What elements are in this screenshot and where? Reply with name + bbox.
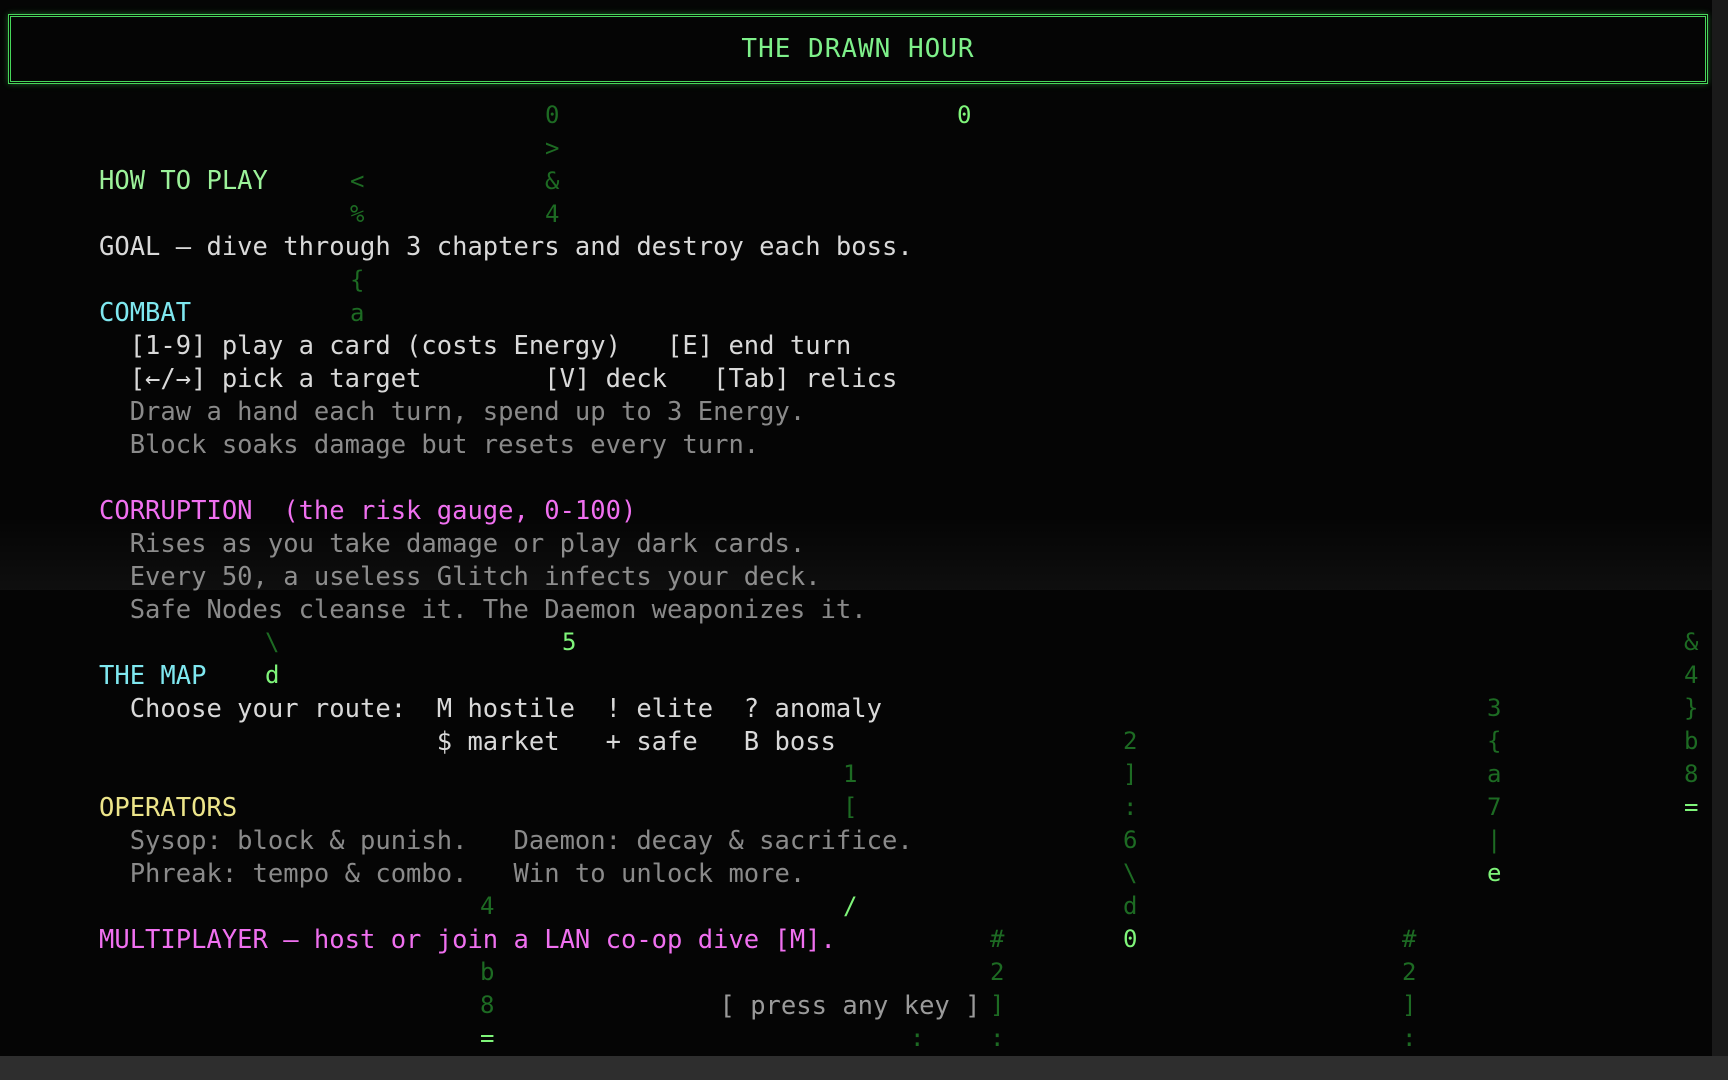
rain-glyph: & [545, 167, 560, 195]
map-legend-line: $ market + safe B boss [99, 727, 836, 757]
rain-glyph: # [990, 925, 1005, 953]
rain-glyph: { [1487, 727, 1502, 755]
rain-glyph: \ [265, 628, 280, 656]
rain-glyph: 7 [1487, 793, 1502, 821]
combat-controls-line: [←/→] pick a target [V] deck [Tab] relic… [99, 364, 898, 394]
combat-controls-line: [1-9] play a card (costs Energy) [E] end… [99, 331, 852, 361]
rain-glyph: 4 [480, 892, 495, 920]
window-bottom-edge [0, 1056, 1728, 1080]
rain-glyph: 2 [1123, 727, 1138, 755]
rain-glyph: # [1402, 925, 1417, 953]
goal-text: GOAL — dive through 3 chapters and destr… [99, 232, 913, 262]
rain-glyph: | [1487, 826, 1502, 854]
rain-glyph: 2 [1402, 958, 1417, 986]
rain-glyph: b [1684, 727, 1699, 755]
rain-glyph: a [1487, 760, 1502, 788]
rain-glyph: 1 [843, 760, 858, 788]
corruption-heading: CORRUPTION (the risk gauge, 0-100) [99, 496, 637, 526]
combat-info-line: Draw a hand each turn, spend up to 3 Ene… [99, 397, 806, 427]
rain-glyph: \ [1123, 859, 1138, 887]
rain-glyph: < [350, 167, 365, 195]
rain-glyph: > [545, 134, 560, 162]
rain-glyph: b [480, 958, 495, 986]
rain-glyph: 0 [545, 101, 560, 129]
map-legend-line: Choose your route: M hostile ! elite ? a… [99, 694, 882, 724]
rain-glyph: / [843, 892, 858, 920]
combat-heading: COMBAT [99, 298, 192, 328]
press-any-key-prompt[interactable]: [ press any key ] [0, 990, 1700, 1023]
rain-glyph: 8 [1684, 760, 1699, 788]
rain-glyph: [ [843, 793, 858, 821]
title-banner: THE DRAWN HOUR [8, 14, 1708, 84]
game-screen[interactable]: THE DRAWN HOUR 0 > & 4 < % { a 0 5 \ d 1… [0, 0, 1728, 1080]
rain-glyph: : [910, 1024, 925, 1052]
rain-glyph: : [1123, 793, 1138, 821]
how-to-play-heading: HOW TO PLAY [99, 166, 268, 196]
rain-glyph: ] [1123, 760, 1138, 788]
rain-glyph: & [1684, 628, 1699, 656]
rain-glyph: 5 [562, 628, 577, 656]
rain-glyph: a [350, 299, 365, 327]
rain-glyph: 2 [990, 958, 1005, 986]
operators-info-line: Phreak: tempo & combo. Win to unlock mor… [99, 859, 806, 889]
corruption-info-line: Every 50, a useless Glitch infects your … [99, 562, 821, 592]
game-title: THE DRAWN HOUR [741, 34, 975, 64]
operators-heading: OPERATORS [99, 793, 238, 823]
rain-glyph: = [480, 1024, 495, 1052]
combat-info-line: Block soaks damage but resets every turn… [99, 430, 760, 460]
rain-glyph: 3 [1487, 694, 1502, 722]
rain-glyph: d [265, 661, 280, 689]
rain-glyph: d [1123, 892, 1138, 920]
rain-glyph: : [1402, 1024, 1417, 1052]
rain-glyph: 4 [1684, 661, 1699, 689]
rain-glyph: 6 [1123, 826, 1138, 854]
rain-glyph: e [1487, 859, 1502, 887]
rain-glyph: } [1684, 694, 1699, 722]
map-heading: THE MAP [99, 661, 207, 691]
rain-glyph: % [350, 200, 365, 228]
rain-glyph: 0 [957, 101, 972, 129]
rain-glyph: 0 [1123, 925, 1138, 953]
rain-glyph: : [990, 1024, 1005, 1052]
corruption-info-line: Rises as you take damage or play dark ca… [99, 529, 806, 559]
window-edge [1712, 0, 1728, 1080]
multiplayer-line: MULTIPLAYER — host or join a LAN co-op d… [99, 925, 836, 955]
rain-glyph: = [1684, 793, 1699, 821]
corruption-info-line: Safe Nodes cleanse it. The Daemon weapon… [99, 595, 867, 625]
operators-info-line: Sysop: block & punish. Daemon: decay & s… [99, 826, 913, 856]
rain-glyph: 4 [545, 200, 560, 228]
rain-glyph: { [350, 266, 365, 294]
